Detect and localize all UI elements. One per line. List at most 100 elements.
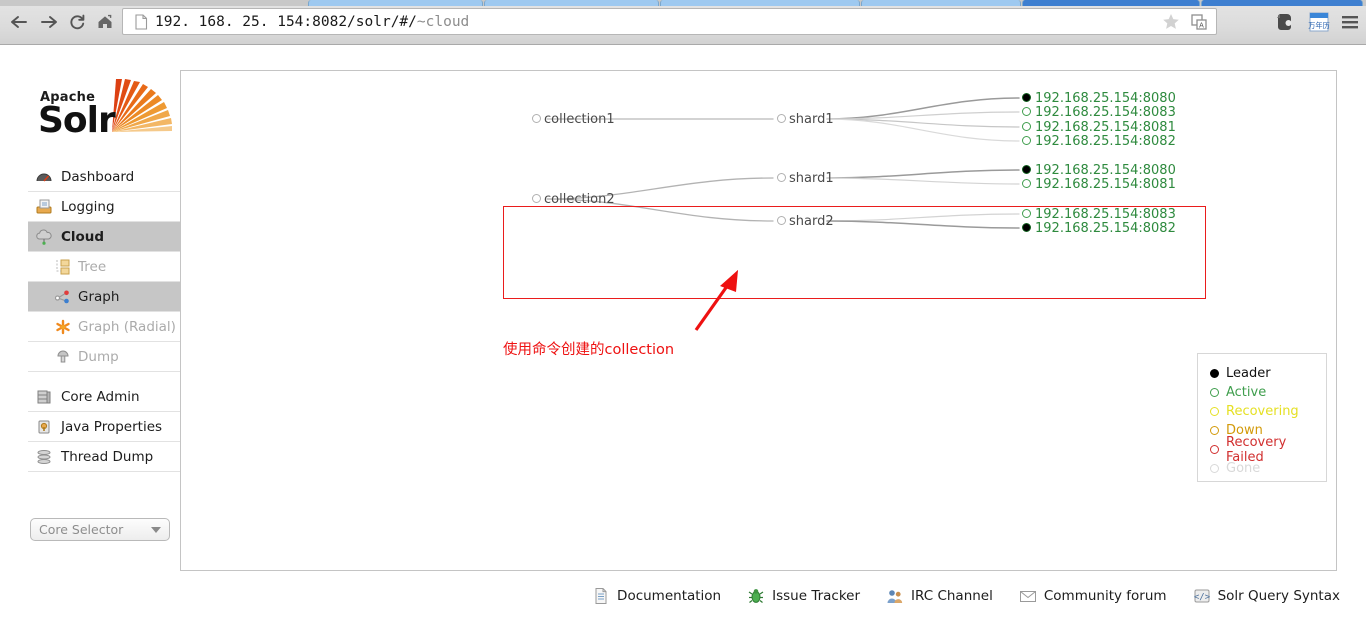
people-icon bbox=[886, 587, 904, 605]
page-document-icon bbox=[131, 13, 151, 31]
calendar-extension-icon[interactable]: 万年历 bbox=[1306, 10, 1332, 34]
shard-node-label[interactable]: shard2 bbox=[789, 214, 834, 229]
core-selector-dropdown[interactable]: Core Selector bbox=[30, 518, 170, 541]
replica-marker-leader[interactable] bbox=[1022, 165, 1031, 174]
footer-link-irc-channel[interactable]: IRC Channel bbox=[886, 587, 993, 605]
cloud-icon bbox=[34, 228, 54, 246]
document-icon bbox=[592, 587, 610, 605]
sidebar-item-dump[interactable]: Dump bbox=[28, 342, 180, 372]
browser-tab[interactable] bbox=[484, 0, 659, 6]
collection-node-marker[interactable] bbox=[532, 114, 541, 123]
replica-marker-leader[interactable] bbox=[1022, 223, 1031, 232]
sidebar-item-thread-dump[interactable]: Thread Dump bbox=[28, 442, 180, 472]
browser-tab[interactable] bbox=[308, 0, 483, 6]
collection-node-marker[interactable] bbox=[532, 194, 541, 203]
replica-label[interactable]: 192.168.25.154:8082 bbox=[1035, 221, 1176, 236]
sidebar-item-label: Thread Dump bbox=[61, 448, 154, 465]
chevron-down-icon bbox=[151, 526, 161, 533]
replica-label[interactable]: 192.168.25.154:8080 bbox=[1035, 91, 1176, 106]
url-fragment: ~cloud bbox=[416, 13, 470, 30]
sidebar-divider bbox=[28, 372, 180, 382]
footer-link-label: Solr Query Syntax bbox=[1217, 588, 1340, 604]
shard-node-label[interactable]: shard1 bbox=[789, 171, 834, 186]
legend-row-recovery-failed: Recovery Failed bbox=[1210, 435, 1326, 465]
sidebar-item-label: Cloud bbox=[61, 228, 105, 245]
sidebar-item-label: Graph (Radial) bbox=[78, 318, 176, 335]
home-button[interactable] bbox=[92, 9, 118, 35]
legend-row-recovering: Recovering bbox=[1210, 402, 1326, 421]
logo-solr-text: Solr bbox=[38, 100, 116, 141]
annotation-text: 使用命令创建的collection bbox=[503, 342, 675, 358]
footer-link-solr-query-syntax[interactable]: </> Solr Query Syntax bbox=[1193, 587, 1340, 605]
bookmark-star-icon[interactable] bbox=[1160, 11, 1182, 33]
replica-label[interactable]: 192.168.25.154:8083 bbox=[1035, 105, 1176, 120]
legend-dot-active bbox=[1210, 388, 1219, 397]
url-main: 192. 168. 25. 154:8082/solr/#/ bbox=[155, 13, 417, 30]
legend-row-active: Active bbox=[1210, 383, 1326, 402]
shard-node-marker[interactable] bbox=[777, 114, 786, 123]
browser-tab[interactable] bbox=[1201, 0, 1363, 6]
shard-node-marker[interactable] bbox=[777, 173, 786, 182]
url-text: 192. 168. 25. 154:8082/solr/#/~cloud bbox=[155, 14, 1160, 30]
footer-link-documentation[interactable]: Documentation bbox=[592, 587, 721, 605]
envelope-icon bbox=[1019, 587, 1037, 605]
replica-label[interactable]: 192.168.25.154:8080 bbox=[1035, 163, 1176, 178]
collection-node-label[interactable]: collection1 bbox=[544, 112, 615, 127]
sidebar: Apache Solr Dashboard Logging Cloud Tree… bbox=[28, 70, 180, 541]
evernote-extension-icon[interactable] bbox=[1272, 10, 1298, 34]
browser-chrome: 192. 168. 25. 154:8082/solr/#/~cloud A 万… bbox=[0, 0, 1366, 45]
sidebar-item-dashboard[interactable]: Dashboard bbox=[28, 162, 180, 192]
graph-legend: Leader Active Recovering Down Recovery F… bbox=[1197, 353, 1327, 482]
browser-tabstrip bbox=[0, 0, 1366, 6]
replica-label[interactable]: 192.168.25.154:8081 bbox=[1035, 120, 1176, 135]
replica-label[interactable]: 192.168.25.154:8083 bbox=[1035, 207, 1176, 222]
footer-link-label: IRC Channel bbox=[911, 588, 993, 604]
forward-button[interactable] bbox=[36, 9, 62, 35]
replica-marker-active[interactable] bbox=[1022, 179, 1031, 188]
footer-link-community-forum[interactable]: Community forum bbox=[1019, 587, 1167, 605]
dump-icon bbox=[54, 349, 72, 365]
sidebar-nav-bottom: Core Admin Java Properties Thread Dump bbox=[28, 382, 180, 472]
reload-button[interactable] bbox=[64, 9, 90, 35]
annotation-arrow-icon bbox=[694, 270, 738, 331]
tree-icon bbox=[54, 259, 72, 275]
collection-node-label[interactable]: collection2 bbox=[544, 192, 615, 207]
replica-marker-active[interactable] bbox=[1022, 122, 1031, 131]
dashboard-icon bbox=[34, 168, 54, 186]
replica-marker-active[interactable] bbox=[1022, 209, 1031, 218]
sidebar-item-label: Core Admin bbox=[61, 388, 140, 405]
sidebar-item-graph-radial[interactable]: Graph (Radial) bbox=[28, 312, 180, 342]
replica-marker-leader[interactable] bbox=[1022, 93, 1031, 102]
replica-label[interactable]: 192.168.25.154:8081 bbox=[1035, 177, 1176, 192]
svg-text:万年历: 万年历 bbox=[1308, 21, 1330, 30]
sidebar-item-graph[interactable]: Graph bbox=[28, 282, 180, 312]
replica-marker-active[interactable] bbox=[1022, 107, 1031, 116]
sunburst-icon bbox=[112, 79, 172, 132]
legend-label: Recovery Failed bbox=[1226, 434, 1287, 465]
shard-node-marker[interactable] bbox=[777, 216, 786, 225]
footer-link-label: Community forum bbox=[1043, 588, 1167, 604]
core-selector-label: Core Selector bbox=[39, 522, 124, 537]
footer-links: Documentation Issue Tracker IRC Channel … bbox=[0, 576, 1366, 616]
sidebar-item-label: Tree bbox=[78, 258, 107, 275]
translate-icon[interactable]: A bbox=[1188, 11, 1210, 33]
address-bar[interactable]: 192. 168. 25. 154:8082/solr/#/~cloud A bbox=[122, 8, 1217, 35]
sidebar-item-cloud[interactable]: Cloud bbox=[28, 222, 180, 252]
bug-icon bbox=[747, 587, 765, 605]
replica-label[interactable]: 192.168.25.154:8082 bbox=[1035, 134, 1176, 149]
solr-logo[interactable]: Apache Solr bbox=[28, 70, 180, 150]
shard-node-label[interactable]: shard1 bbox=[789, 112, 834, 127]
back-button[interactable] bbox=[6, 9, 32, 35]
browser-tab-active[interactable] bbox=[1022, 0, 1200, 6]
legend-label: Active bbox=[1226, 385, 1267, 400]
footer-link-issue-tracker[interactable]: Issue Tracker bbox=[747, 587, 860, 605]
browser-tab[interactable] bbox=[861, 0, 1021, 6]
replica-marker-active[interactable] bbox=[1022, 136, 1031, 145]
browser-tab[interactable] bbox=[660, 0, 860, 6]
sidebar-item-java-properties[interactable]: Java Properties bbox=[28, 412, 180, 442]
sidebar-item-core-admin[interactable]: Core Admin bbox=[28, 382, 180, 412]
browser-menu-icon[interactable] bbox=[1338, 10, 1364, 34]
sidebar-item-tree[interactable]: Tree bbox=[28, 252, 180, 282]
sidebar-item-label: Dump bbox=[78, 348, 119, 365]
sidebar-item-logging[interactable]: Logging bbox=[28, 192, 180, 222]
